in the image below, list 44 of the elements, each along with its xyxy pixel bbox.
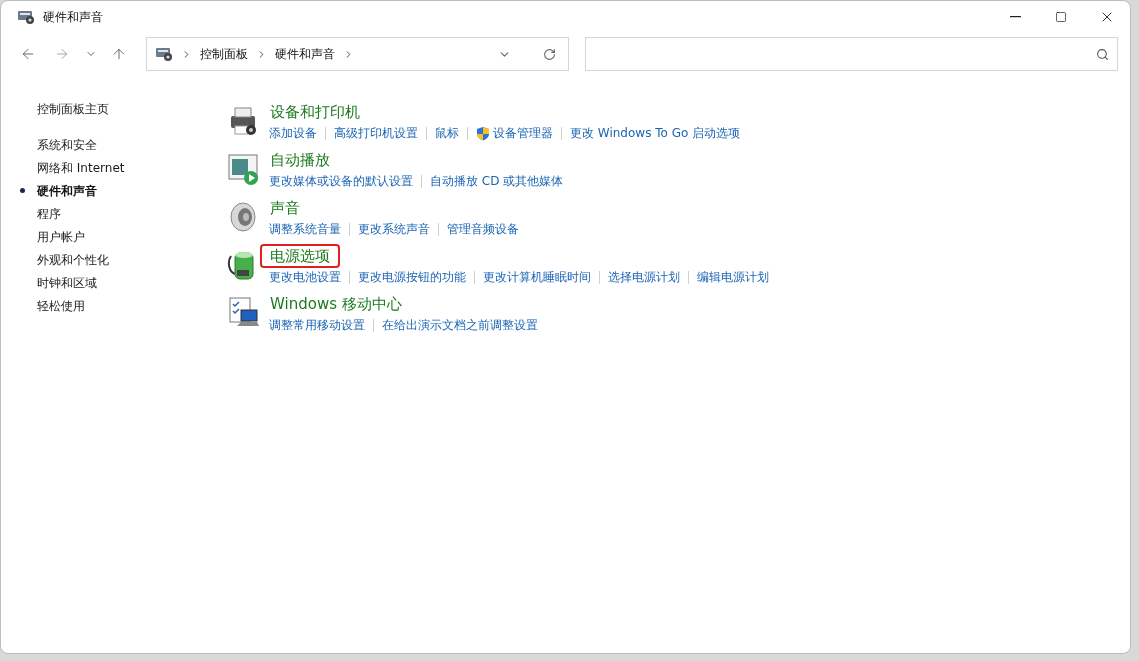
- sidebar-item[interactable]: 外观和个性化: [37, 250, 109, 269]
- category-title[interactable]: 自动播放: [260, 148, 340, 172]
- category-title[interactable]: 声音: [260, 196, 310, 220]
- category-title[interactable]: Windows 移动中心: [260, 292, 412, 316]
- category-title[interactable]: 电源选项: [260, 244, 340, 268]
- sidebar-item[interactable]: 时钟和区域: [37, 273, 97, 292]
- task-link[interactable]: 高级打印机设置: [334, 124, 418, 142]
- task-link[interactable]: 更改媒体或设备的默认设置: [269, 172, 413, 190]
- bullet-icon: [20, 188, 25, 193]
- task-link[interactable]: 更改系统声音: [358, 220, 430, 238]
- task-link[interactable]: 管理音频设备: [447, 220, 519, 238]
- autoplay-icon: [227, 152, 261, 186]
- window-title: 硬件和声音: [43, 9, 103, 26]
- task-link[interactable]: 鼠标: [435, 124, 459, 142]
- minimize-icon: [1009, 16, 1021, 18]
- sidebar-link[interactable]: 控制面板主页: [37, 100, 109, 120]
- task-link[interactable]: 调整常用移动设置: [269, 316, 365, 334]
- task-link[interactable]: 更改计算机睡眠时间: [483, 268, 591, 286]
- task-link[interactable]: 自动播放 CD 或其他媒体: [430, 172, 564, 190]
- sidebar-item[interactable]: 轻松使用: [37, 296, 85, 315]
- category-title[interactable]: 设备和打印机: [260, 100, 370, 124]
- control-panel-icon: [17, 9, 35, 25]
- control-panel-icon: [155, 46, 174, 62]
- sidebar-item[interactable]: 程序: [37, 204, 61, 223]
- breadcrumb-item[interactable]: 硬件和声音: [275, 45, 336, 63]
- sidebar-item[interactable]: 系统和安全: [37, 135, 97, 154]
- sidebar-item[interactable]: 用户帐户: [37, 227, 85, 246]
- breadcrumb-item[interactable]: 控制面板: [200, 45, 249, 63]
- task-link[interactable]: 选择电源计划: [608, 268, 680, 286]
- task-link[interactable]: 更改 Windows To Go 启动选项: [570, 124, 741, 142]
- task-link[interactable]: 调整系统音量: [269, 220, 341, 238]
- task-link[interactable]: 更改电源按钮的功能: [358, 268, 466, 286]
- sidebar-item[interactable]: 网络和 Internet: [37, 158, 125, 177]
- task-link[interactable]: 添加设备: [269, 124, 317, 142]
- task-link[interactable]: 编辑电源计划: [697, 268, 769, 286]
- maximize-icon: [1055, 11, 1067, 23]
- sidebar-item[interactable]: 硬件和声音: [37, 181, 97, 200]
- search-icon: [1096, 47, 1109, 61]
- task-link[interactable]: 设备管理器: [493, 124, 553, 142]
- task-link[interactable]: 在给出演示文档之前调整设置: [382, 316, 538, 334]
- task-link[interactable]: 更改电池设置: [269, 268, 341, 286]
- search-field[interactable]: [585, 37, 1118, 71]
- refresh-icon[interactable]: [543, 47, 557, 61]
- address-bar[interactable]: 控制面板 硬件和声音: [146, 37, 570, 71]
